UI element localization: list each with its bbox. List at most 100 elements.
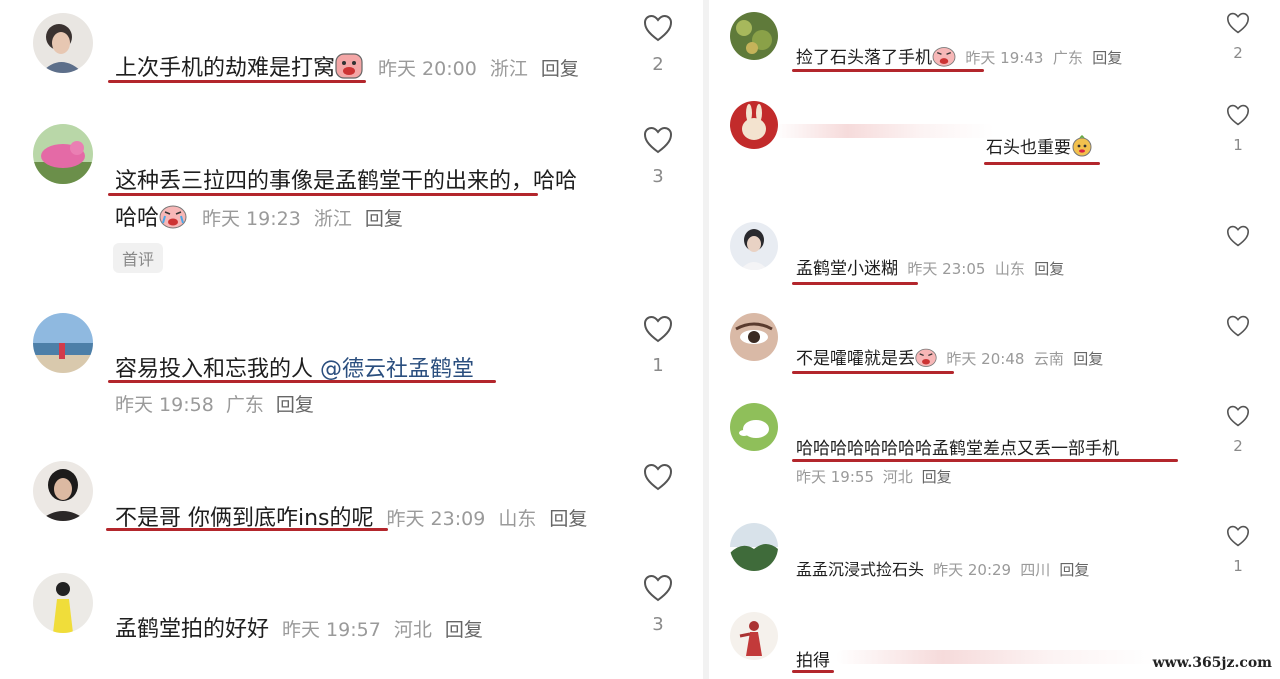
- comment-text: 孟鹤堂拍的好好 昨天 19:57 河北 回复: [115, 611, 483, 643]
- reply-link[interactable]: 回复: [1073, 350, 1103, 368]
- like-button[interactable]: 1: [1220, 525, 1256, 575]
- like-button[interactable]: 3: [638, 126, 678, 187]
- comment-region: 云南: [1033, 350, 1064, 368]
- comment-body: 拍得: [796, 651, 830, 671]
- reply-link[interactable]: 回复: [1059, 561, 1089, 579]
- crying-emoji-icon: [932, 45, 956, 72]
- like-count: 2: [652, 54, 664, 75]
- like-button[interactable]: 2: [1220, 12, 1256, 62]
- avatar[interactable]: [33, 573, 93, 633]
- like-button[interactable]: [1220, 315, 1256, 347]
- comment-body: 捡了石头落了手机: [796, 48, 932, 68]
- red-underline: [108, 80, 366, 83]
- comment-text: 石头也重要: [986, 133, 1093, 162]
- like-count: 2: [1233, 437, 1243, 455]
- reply-link[interactable]: 回复: [922, 468, 952, 486]
- red-underline: [792, 371, 954, 374]
- comment-time: 昨天 20:48: [946, 350, 1025, 368]
- like-button[interactable]: 1: [1220, 104, 1256, 154]
- comment-meta: 昨天 19:58 广东 回复: [115, 390, 314, 417]
- avatar[interactable]: [33, 13, 93, 73]
- comment-region: 广东: [1052, 49, 1083, 67]
- comment-text: 孟孟沉浸式捡石头 昨天 20:29 四川 回复: [796, 556, 1089, 580]
- avatar[interactable]: [730, 12, 778, 60]
- comment-time: 昨天 23:09: [386, 508, 486, 530]
- comment-text: 哈哈哈哈哈哈哈哈孟鹤堂差点又丢一部手机: [796, 434, 1119, 459]
- reply-link[interactable]: 回复: [1034, 260, 1064, 278]
- right-comment-panel: 捡了石头落了手机 昨天 19:43 广东 回复 2 石头也重要 1 孟鹤堂小迷糊…: [712, 0, 1280, 679]
- like-button[interactable]: 2: [638, 14, 678, 75]
- reply-link[interactable]: 回复: [445, 619, 483, 641]
- comment-body: 上次手机的劫难是打窝: [115, 56, 336, 81]
- heart-icon: [1226, 315, 1250, 337]
- comment-body: 这种丢三拉四的事像是孟鹤堂干的出来的，哈哈: [115, 169, 578, 194]
- avatar[interactable]: [33, 124, 93, 184]
- red-underline: [792, 459, 1178, 462]
- comment-time: 昨天 23:05: [907, 260, 986, 278]
- heart-icon: [1226, 12, 1250, 34]
- crying-emoji-icon: [915, 346, 937, 373]
- site-watermark: www.365jz.com: [1150, 655, 1274, 671]
- comment-text: 容易投入和忘我的人 @德云社孟鹤堂: [115, 351, 474, 383]
- comment-meta: 昨天 19:55 河北 回复: [796, 466, 952, 487]
- like-button[interactable]: [1220, 225, 1256, 257]
- reply-link[interactable]: 回复: [276, 394, 314, 416]
- comment-time: 昨天 19:23: [202, 208, 301, 230]
- comment-region: 四川: [1020, 561, 1051, 579]
- heart-icon: [1226, 405, 1250, 427]
- like-button[interactable]: 3: [638, 574, 678, 635]
- avatar[interactable]: [730, 403, 778, 451]
- heart-icon: [643, 315, 673, 343]
- reply-link[interactable]: 回复: [541, 58, 579, 80]
- first-comment-badge: 首评: [113, 243, 164, 273]
- panel-divider: [703, 0, 709, 679]
- like-count: 1: [1233, 136, 1243, 154]
- heart-icon: [643, 574, 673, 602]
- comment-region: 山东: [994, 260, 1025, 278]
- comment-region: 山东: [498, 508, 537, 530]
- blurred-region: [774, 124, 994, 138]
- like-count: 1: [652, 355, 664, 376]
- avatar[interactable]: [33, 313, 93, 373]
- avatar[interactable]: [33, 461, 93, 521]
- comment-body: 容易投入和忘我的人: [115, 357, 320, 382]
- like-count: 3: [652, 614, 664, 635]
- reply-link[interactable]: 回复: [365, 208, 403, 230]
- smiling-emoji-icon: [1071, 134, 1093, 162]
- like-button[interactable]: 1: [638, 315, 678, 376]
- red-underline: [792, 69, 984, 72]
- avatar[interactable]: [730, 523, 778, 571]
- heart-icon: [1226, 225, 1250, 247]
- avatar[interactable]: [730, 612, 778, 660]
- comment-body: 孟鹤堂拍的好好: [115, 617, 270, 642]
- comment-region: 河北: [393, 619, 432, 641]
- red-underline: [792, 282, 918, 285]
- comment-time: 昨天 20:00: [378, 58, 477, 80]
- comment-text: 不是嚯嚯就是丢 昨天 20:48 云南 回复: [796, 344, 1103, 373]
- avatar[interactable]: [730, 101, 778, 149]
- like-count: 1: [1233, 557, 1243, 575]
- like-button[interactable]: 2: [1220, 405, 1256, 455]
- heart-icon: [643, 463, 673, 491]
- comment-region: 河北: [882, 468, 913, 486]
- comment-text: 孟鹤堂小迷糊 昨天 23:05 山东 回复: [796, 254, 1064, 279]
- left-comment-panel: 上次手机的劫难是打窝 昨天 20:00 浙江 回复 2 这种丢三拉四的事像是孟鹤…: [0, 0, 700, 679]
- reply-link[interactable]: 回复: [549, 508, 587, 530]
- red-underline: [106, 528, 388, 531]
- comment-text: 这种丢三拉四的事像是孟鹤堂干的出来的，哈哈: [115, 163, 577, 195]
- comment-time: 昨天 19:43: [965, 49, 1044, 67]
- avatar[interactable]: [730, 222, 778, 270]
- like-button[interactable]: [638, 463, 678, 503]
- comment-region: 浙江: [313, 208, 352, 230]
- red-underline: [792, 670, 834, 673]
- comment-text-continued: 哈哈 昨天 19:23 浙江 回复: [115, 200, 403, 235]
- comment-text: 拍得: [796, 646, 830, 671]
- red-underline: [108, 193, 538, 196]
- heart-icon: [1226, 104, 1250, 126]
- comment-time: 昨天 19:55: [796, 468, 874, 486]
- reply-link[interactable]: 回复: [1092, 49, 1122, 67]
- avatar[interactable]: [730, 313, 778, 361]
- comment-body: 孟孟沉浸式捡石头: [796, 560, 925, 579]
- crying-emoji-icon: [159, 203, 187, 235]
- user-mention-link[interactable]: @德云社孟鹤堂: [320, 357, 474, 382]
